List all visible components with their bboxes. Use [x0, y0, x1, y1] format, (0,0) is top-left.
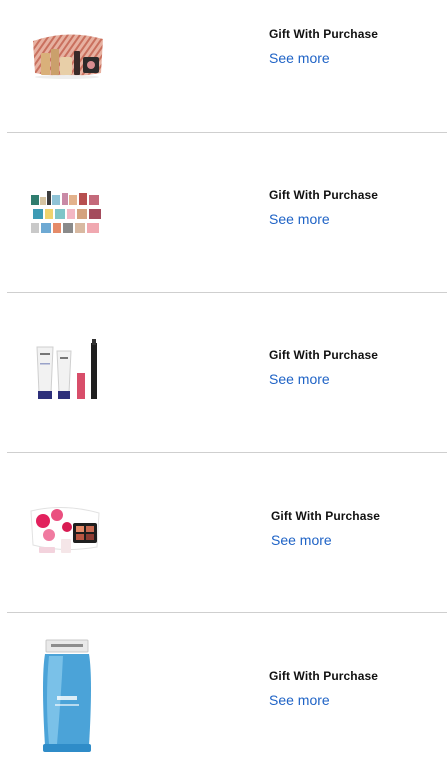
- gift-image-floral-bag[interactable]: [27, 493, 107, 573]
- gift-image-lancome-bottle[interactable]: [27, 638, 107, 756]
- gift-item: Gift With Purchase See more: [7, 453, 447, 613]
- see-more-link[interactable]: See more: [269, 50, 330, 66]
- gift-title: Gift With Purchase: [269, 348, 379, 362]
- gift-title: Gift With Purchase: [271, 509, 381, 523]
- see-more-link[interactable]: See more: [269, 371, 330, 387]
- gift-title: Gift With Purchase: [269, 669, 379, 683]
- gift-list: Gift With Purchase See more Gift With Pu…: [0, 0, 447, 764]
- gift-image-tubes-mascara[interactable]: [27, 333, 107, 413]
- gift-item: Gift With Purchase See more: [7, 613, 447, 764]
- see-more-link[interactable]: See more: [269, 211, 330, 227]
- see-more-link[interactable]: See more: [269, 692, 330, 708]
- gift-title: Gift With Purchase: [269, 27, 379, 41]
- gift-title: Gift With Purchase: [269, 188, 379, 202]
- gift-image-sample-collection[interactable]: [27, 173, 107, 253]
- gift-item: Gift With Purchase See more: [7, 293, 447, 453]
- gift-image-cosmetic-bag[interactable]: [27, 13, 107, 93]
- see-more-link[interactable]: See more: [271, 532, 332, 548]
- gift-item: Gift With Purchase See more: [7, 133, 447, 293]
